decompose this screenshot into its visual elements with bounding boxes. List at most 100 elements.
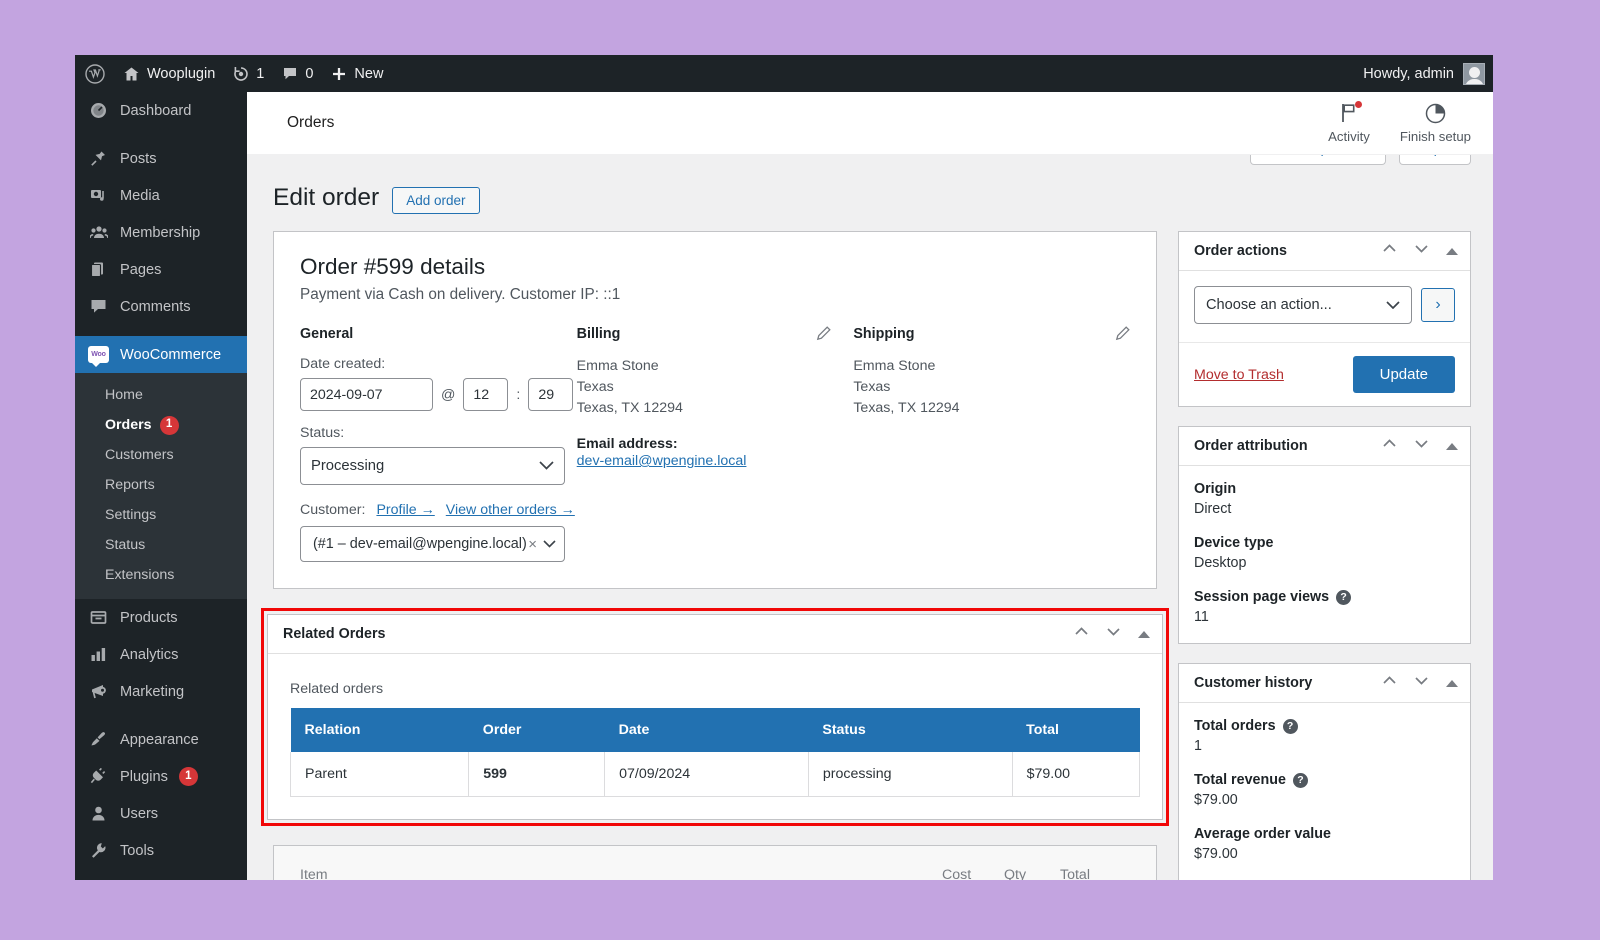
table-header-row: Relation Order Date Status Total (290, 708, 1140, 752)
toggle-panel-icon[interactable] (1446, 442, 1458, 450)
adminbar-wp-logo[interactable] (75, 55, 114, 92)
billing-email-link[interactable]: dev-email@wpengine.local (577, 453, 747, 469)
adminbar-site-name[interactable]: Wooplugin (114, 55, 224, 92)
order-actions-title: Order actions (1194, 243, 1287, 259)
submenu-item-settings[interactable]: Settings (75, 500, 247, 530)
help-tooltip-icon[interactable]: ? (1336, 589, 1352, 605)
items-column-item: Item (300, 866, 328, 881)
sidebar-item-appearance[interactable]: Appearance (75, 721, 247, 758)
submenu-item-status[interactable]: Status (75, 530, 247, 560)
finish-setup-label: Finish setup (1399, 129, 1471, 144)
toggle-panel-icon[interactable] (1446, 247, 1458, 255)
hour-input[interactable]: 12 (463, 378, 509, 411)
sidebar-item-label: Posts (120, 150, 157, 167)
status-select[interactable]: Processing (300, 447, 565, 485)
chevron-down-icon (539, 458, 554, 474)
customer-history-title: Customer history (1194, 675, 1313, 691)
edit-billing-icon[interactable] (816, 326, 832, 346)
help-tooltip-icon[interactable]: ? (1292, 772, 1308, 788)
page-body: Edit order Add order Order #599 details … (247, 155, 1493, 880)
move-down-icon[interactable] (1106, 624, 1121, 644)
billing-heading: Billing (576, 326, 621, 342)
date-input[interactable]: 2024-09-07 (300, 378, 433, 411)
move-up-icon[interactable] (1382, 241, 1397, 261)
adminbar-account[interactable]: Howdy, admin (1363, 62, 1493, 85)
move-down-icon[interactable] (1414, 673, 1429, 693)
time-colon: : (516, 386, 521, 403)
sidebar-item-label: Pages (120, 261, 162, 278)
sidebar-item-products[interactable]: Products (75, 599, 247, 636)
submenu-item-orders[interactable]: Orders 1 (75, 410, 247, 440)
profile-link[interactable]: Profile → (376, 502, 434, 518)
sidebar-item-users[interactable]: Users (75, 795, 247, 832)
items-column-qty: Qty (1004, 866, 1027, 881)
sidebar-item-marketing[interactable]: Marketing (75, 673, 247, 710)
billing-email-label: Email address: (576, 436, 678, 452)
sidebar-item-media[interactable]: Media (75, 177, 247, 214)
users-group-icon (88, 224, 109, 241)
sidebar-item-label: Membership (120, 224, 201, 241)
activity-button[interactable]: Activity (1328, 101, 1370, 144)
sidebar-item-analytics[interactable]: Analytics (75, 636, 247, 673)
move-up-icon[interactable] (1382, 436, 1397, 456)
apply-action-button[interactable]: › (1421, 288, 1455, 322)
view-other-orders-link[interactable]: View other orders → (446, 502, 575, 518)
shipping-column: Shipping Emma Stone Texas Texas, TX 1229… (853, 326, 1130, 562)
order-subheading: Payment via Cash on delivery. Customer I… (300, 286, 621, 303)
sidebar-item-label: Users (120, 805, 159, 822)
adminbar-comments[interactable]: 0 (273, 55, 322, 92)
customer-select[interactable]: (#1 – dev-email@wpengine.local) × (300, 526, 565, 562)
finish-setup-button[interactable]: Finish setup (1400, 102, 1471, 144)
adminbar-new[interactable]: New (322, 55, 392, 92)
minute-input[interactable]: 29 (528, 378, 574, 411)
sidebar-item-dashboard[interactable]: Dashboard (75, 92, 247, 129)
column-header-order: Order (468, 708, 605, 752)
sidebar-item-comments[interactable]: Comments (75, 288, 247, 325)
submenu-item-extensions[interactable]: Extensions (75, 560, 247, 590)
move-up-icon[interactable] (1074, 624, 1089, 644)
column-header-relation: Relation (290, 708, 469, 752)
submenu-item-reports[interactable]: Reports (75, 470, 247, 500)
billing-line1: Texas (576, 379, 614, 395)
items-column-total: Total (1060, 866, 1090, 881)
update-button[interactable]: Update (1352, 356, 1455, 393)
submenu-item-customers[interactable]: Customers (75, 440, 247, 470)
order-action-select[interactable]: Choose an action... (1194, 286, 1412, 324)
sidebar-item-posts[interactable]: Posts (75, 140, 247, 177)
clear-customer-icon[interactable]: × (528, 536, 543, 553)
move-down-icon[interactable] (1414, 241, 1429, 261)
order-actions-header: Order actions (1179, 232, 1470, 271)
toggle-panel-icon[interactable] (1446, 679, 1458, 687)
total-revenue-label-text: Total revenue (1194, 772, 1286, 788)
updates-count: 1 (256, 65, 265, 82)
toggle-panel-icon[interactable] (1138, 630, 1150, 638)
move-to-trash-link[interactable]: Move to Trash (1194, 367, 1284, 383)
adminbar-updates[interactable]: 1 (224, 55, 273, 92)
dashboard-icon (88, 102, 109, 119)
session-page-views-value: 11 (1194, 609, 1209, 625)
avatar (1463, 62, 1485, 85)
total-orders-label: Total orders ? (1194, 718, 1455, 734)
submenu-item-home[interactable]: Home (75, 380, 247, 410)
move-down-icon[interactable] (1414, 436, 1429, 456)
help-tooltip-icon[interactable]: ? (1282, 718, 1298, 734)
session-page-views-label: Session page views ? (1194, 589, 1455, 605)
sidebar-item-woocommerce[interactable]: Woo WooCommerce (75, 336, 255, 373)
general-column: General Date created: 2024-09-07 @ 12 : … (300, 326, 577, 562)
edit-shipping-icon[interactable] (1115, 326, 1130, 346)
shipping-heading: Shipping (853, 326, 915, 342)
sidebar-item-tools[interactable]: Tools (75, 832, 247, 869)
sidebar-item-pages[interactable]: Pages (75, 251, 247, 288)
related-orders-header: Related Orders (268, 615, 1162, 654)
sidebar-item-membership[interactable]: Membership (75, 214, 247, 251)
browser-window: Wooplugin 1 0 New Howdy, admin Dashboard (75, 55, 1493, 880)
column-header-status: Status (808, 708, 1013, 752)
add-order-button[interactable]: Add order (392, 187, 480, 214)
sidebar-item-plugins[interactable]: Plugins 1 (75, 758, 247, 795)
status-value: Processing (311, 458, 385, 474)
pin-icon (88, 150, 109, 167)
cell-order[interactable]: 599 (468, 752, 606, 797)
move-up-icon[interactable] (1382, 673, 1397, 693)
submenu-item-label: Reports (105, 477, 155, 493)
origin-value: Direct (1194, 501, 1232, 517)
